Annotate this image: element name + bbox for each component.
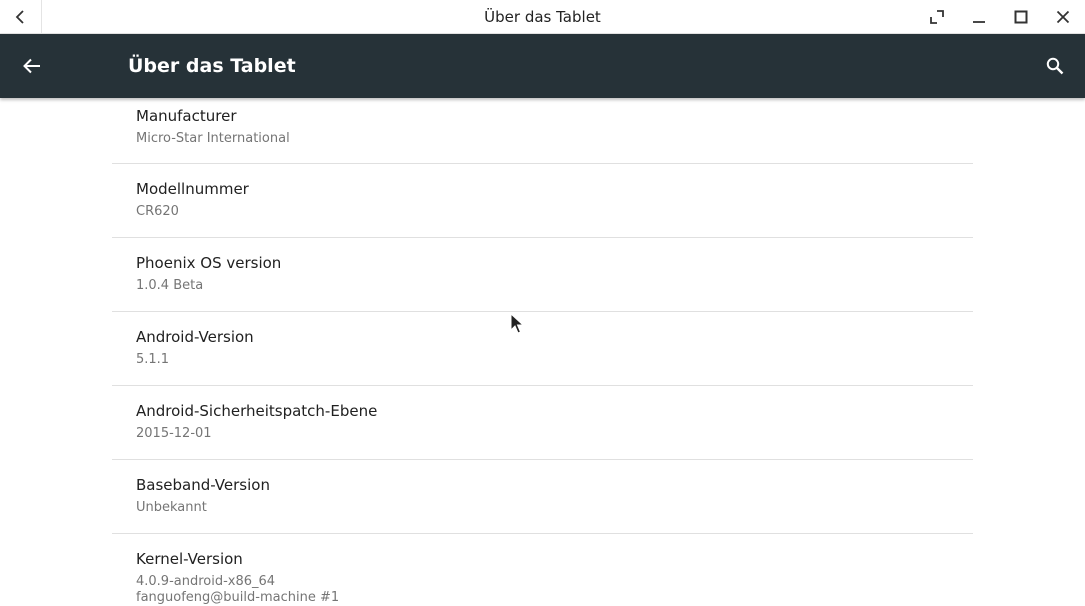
settings-list: Manufacturer Micro-Star International Mo… [112, 100, 973, 606]
list-item-summary: Micro-Star International [136, 131, 290, 146]
resize-icon [930, 9, 944, 24]
list-item-title: Baseband-Version [136, 476, 270, 494]
list-item-kernel-version[interactable]: Kernel-Version 4.0.9-android-x86_64 fang… [112, 534, 973, 606]
list-item-title: Modellnummer [136, 180, 249, 198]
window-resize-button[interactable] [917, 0, 957, 33]
minimize-icon [973, 20, 985, 23]
close-icon [1056, 10, 1070, 23]
list-item-summary: 1.0.4 Beta [136, 278, 204, 293]
window-titlebar: Über das Tablet [0, 0, 1085, 34]
list-item-summary: 4.0.9-android-x86_64 [136, 574, 276, 589]
list-item-summary: 2015-12-01 [136, 426, 212, 441]
search-icon [1046, 57, 1064, 75]
window-close-button[interactable] [1043, 0, 1083, 33]
window-maximize-button[interactable] [1001, 0, 1041, 33]
list-item-title: Manufacturer [136, 107, 237, 125]
list-item-os-version[interactable]: Phoenix OS version 1.0.4 Beta [112, 238, 973, 312]
mouse-cursor-icon [510, 313, 524, 334]
list-item-security-patch[interactable]: Android-Sicherheitspatch-Ebene 2015-12-0… [112, 386, 973, 460]
list-item-title: Kernel-Version [136, 550, 243, 568]
list-item-title: Android-Version [136, 328, 254, 346]
app-bar: Über das Tablet [0, 34, 1085, 98]
list-item-summary: Unbekannt [136, 500, 207, 515]
window-minimize-button[interactable] [959, 0, 999, 33]
list-item-manufacturer[interactable]: Manufacturer Micro-Star International [112, 100, 973, 164]
page-title: Über das Tablet [128, 55, 296, 77]
arrow-back-icon [23, 58, 40, 74]
navigate-up-button[interactable] [12, 46, 52, 86]
list-item-summary-line2: fanguofeng@build-machine #1 [136, 590, 340, 605]
list-item-summary: CR620 [136, 204, 179, 219]
search-button[interactable] [1035, 46, 1075, 86]
maximize-icon [1014, 10, 1028, 23]
list-item-title: Android-Sicherheitspatch-Ebene [136, 402, 378, 420]
list-item-title: Phoenix OS version [136, 254, 282, 272]
list-item-model-number[interactable]: Modellnummer CR620 [112, 164, 973, 238]
list-item-summary: 5.1.1 [136, 352, 170, 367]
list-item-android-version[interactable]: Android-Version 5.1.1 [112, 312, 973, 386]
list-item-baseband-version[interactable]: Baseband-Version Unbekannt [112, 460, 973, 534]
